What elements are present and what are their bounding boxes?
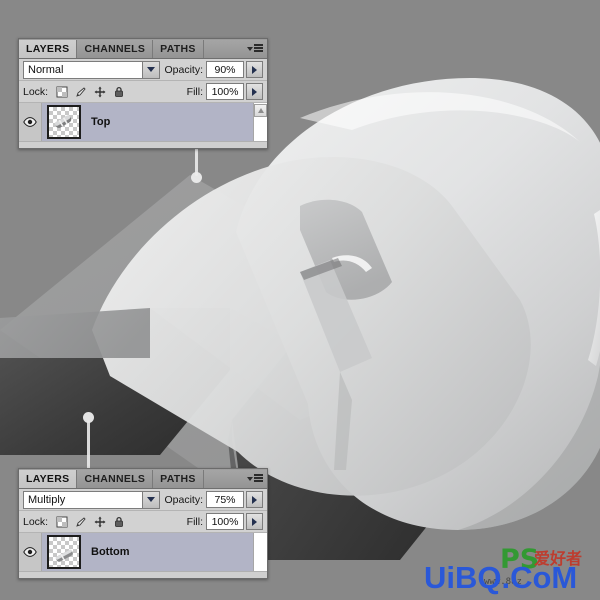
lock-all-icon[interactable] (113, 516, 125, 528)
thumbnail-mouse-glyph (54, 115, 72, 128)
lock-position-icon[interactable] (94, 516, 106, 528)
layer-row-bottom[interactable]: Bottom (19, 533, 267, 571)
panel-menu-triangle (247, 46, 253, 51)
panel-tabbar: LAYERS CHANNELS PATHS (19, 469, 267, 489)
panel-menu-bars (254, 474, 263, 482)
lock-transparent-pixels-icon[interactable] (56, 86, 68, 98)
blend-mode-value: Normal (28, 63, 64, 76)
tab-paths[interactable]: PATHS (153, 470, 204, 488)
layer-thumbnail-bottom[interactable] (47, 535, 81, 569)
lock-icon-group (56, 516, 125, 528)
layer-visibility-toggle[interactable] (19, 533, 42, 571)
blend-opacity-row: Normal Opacity: 90% (19, 59, 267, 81)
callout-line (87, 420, 90, 474)
chevron-down-icon[interactable] (142, 491, 160, 508)
thumbnail-mouse-glyph (55, 549, 73, 562)
layer-name-bottom: Bottom (91, 546, 130, 558)
fill-input[interactable]: 100% (206, 513, 244, 530)
layers-panel-bottom[interactable]: LAYERS CHANNELS PATHS Multiply Opacity: … (18, 468, 268, 579)
blend-mode-value: Multiply (28, 493, 66, 506)
photoshop-canvas: LAYERS CHANNELS PATHS Normal Opacity: 90… (0, 0, 600, 600)
fill-label: Fill: (186, 515, 203, 528)
panel-menu-bars (254, 44, 263, 52)
opacity-slider-arrow[interactable] (246, 61, 263, 78)
opacity-input[interactable]: 90% (206, 61, 244, 78)
layers-panel-top[interactable]: LAYERS CHANNELS PATHS Normal Opacity: 90… (18, 38, 268, 149)
fill-slider-arrow[interactable] (246, 513, 263, 530)
layer-list: Top (19, 103, 267, 148)
fill-slider-arrow[interactable] (246, 83, 263, 100)
panel-tabbar: LAYERS CHANNELS PATHS (19, 39, 267, 59)
blend-mode-select[interactable]: Normal (23, 60, 161, 79)
tab-layers[interactable]: LAYERS (19, 470, 78, 488)
fill-label: Fill: (186, 85, 203, 98)
opacity-slider-arrow[interactable] (246, 491, 263, 508)
panel-menu-icon[interactable] (247, 42, 263, 54)
layer-row-top[interactable]: Top (19, 103, 267, 141)
lock-image-pixels-icon[interactable] (75, 86, 87, 98)
watermark: PS 爱好者 www.88z UiBQ.CoM (422, 534, 598, 596)
panel-menu-triangle (247, 476, 253, 481)
panel-footer-strip (19, 571, 267, 578)
lock-label: Lock: (23, 85, 49, 98)
layer-name-top: Top (91, 116, 111, 128)
lock-fill-row: Lock: Fill: 100% (19, 511, 267, 533)
opacity-input[interactable]: 75% (206, 491, 244, 508)
tab-paths[interactable]: PATHS (153, 40, 204, 58)
lock-position-icon[interactable] (94, 86, 106, 98)
lock-all-icon[interactable] (113, 86, 125, 98)
callout-bottom-layer (83, 412, 97, 474)
eye-icon (23, 547, 37, 557)
layer-visibility-toggle[interactable] (19, 103, 42, 141)
panel-menu-icon[interactable] (247, 472, 263, 484)
layer-list-scrollbar[interactable] (253, 103, 267, 141)
tab-channels[interactable]: CHANNELS (77, 40, 154, 58)
chevron-down-icon[interactable] (142, 61, 160, 78)
blend-opacity-row: Multiply Opacity: 75% (19, 489, 267, 511)
tab-layers[interactable]: LAYERS (19, 40, 78, 58)
watermark-main-text: UiBQ.CoM (424, 560, 577, 595)
lock-label: Lock: (23, 515, 49, 528)
panel-footer-strip (19, 141, 267, 148)
callout-dot (191, 172, 202, 183)
scroll-up-arrow-icon[interactable] (254, 104, 267, 117)
opacity-label: Opacity: (164, 63, 203, 76)
eye-icon (23, 117, 37, 127)
tab-channels[interactable]: CHANNELS (77, 470, 154, 488)
layer-list-scrollbar[interactable] (253, 533, 267, 571)
lock-transparent-pixels-icon[interactable] (56, 516, 68, 528)
lock-icon-group (56, 86, 125, 98)
lock-fill-row: Lock: Fill: 100% (19, 81, 267, 103)
layer-thumbnail-top[interactable] (47, 105, 81, 139)
fill-input[interactable]: 100% (206, 83, 244, 100)
layer-list: Bottom (19, 533, 267, 578)
lock-image-pixels-icon[interactable] (75, 516, 87, 528)
callout-top-layer (191, 148, 205, 184)
blend-mode-select[interactable]: Multiply (23, 490, 161, 509)
opacity-label: Opacity: (164, 493, 203, 506)
